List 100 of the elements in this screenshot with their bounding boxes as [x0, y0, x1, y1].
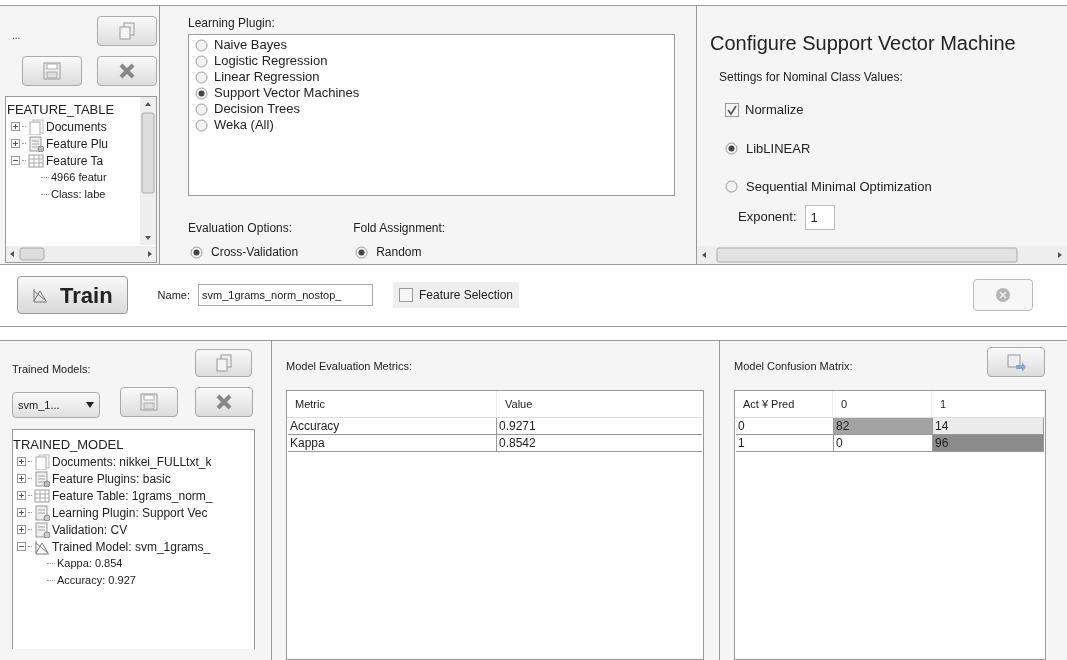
tree-item[interactable]: Documents [46, 117, 107, 136]
export-icon [1006, 352, 1026, 372]
expand-icon[interactable] [11, 139, 20, 148]
calculator-icon [28, 135, 44, 152]
radio-button[interactable] [195, 38, 208, 52]
tree-item[interactable]: Feature Plugins: basic [52, 469, 171, 488]
table-cell: 0 [834, 435, 933, 451]
tree-item[interactable]: 4966 featur [51, 169, 107, 186]
radio-label: Naive Bayes [214, 37, 287, 53]
tree-item[interactable]: Learning Plugin: Support Vec [52, 503, 208, 522]
save-button[interactable] [120, 387, 178, 417]
tree-item[interactable]: Validation: CV [52, 520, 128, 539]
tree-item[interactable]: FEATURE_TABLE [7, 101, 115, 120]
column-header: Metric [287, 391, 497, 417]
save-icon [139, 392, 159, 412]
tree-item[interactable]: Trained Model: svm_1grams_ [52, 537, 211, 556]
panel-label: Model Evaluation Metrics: [286, 359, 412, 374]
radio-label: Decision Trees [214, 101, 300, 117]
tree-item[interactable]: TRAINED_MODEL [13, 436, 124, 455]
checkbox[interactable] [725, 102, 739, 117]
collapse-icon[interactable] [11, 156, 20, 165]
expand-icon[interactable] [17, 457, 26, 466]
column-header: Value [504, 396, 534, 412]
radio-button[interactable] [355, 245, 369, 259]
copy-button[interactable] [97, 16, 157, 46]
section-label: Evaluation Options: [188, 220, 294, 237]
expand-icon[interactable] [17, 474, 26, 483]
radio-button[interactable] [725, 141, 738, 155]
radio-button[interactable] [195, 86, 208, 100]
tree-item[interactable]: Feature Table: 1grams_norm_ [52, 486, 213, 505]
tree-item[interactable]: Feature Ta [46, 151, 104, 170]
tree-item[interactable]: Accuracy: 0.927 [57, 572, 136, 589]
table-cell: 1 [736, 435, 834, 451]
field-label: Exponent: [738, 208, 797, 227]
tree-item[interactable]: Feature Plu [46, 134, 109, 153]
radio-button[interactable] [725, 180, 738, 194]
radio-label: Support Vector Machines [214, 85, 360, 101]
section-label: Learning Plugin: [188, 15, 276, 32]
close-icon [117, 61, 137, 81]
section-label: Settings for Nominal Class Values: [718, 69, 904, 86]
expand-icon[interactable] [17, 491, 26, 500]
radio-label: Sequential Minimal Optimization [746, 178, 932, 196]
table-cell: Kappa [288, 435, 497, 451]
radio-button[interactable] [195, 118, 208, 132]
column-header: 1 [932, 391, 1045, 417]
table-cell-text: 0.8542 [498, 435, 537, 451]
close-button[interactable] [97, 56, 157, 86]
gear-sheet-icon [34, 521, 50, 538]
close-icon [214, 392, 234, 412]
copy-button[interactable] [195, 349, 252, 377]
table-icon [28, 152, 44, 169]
radio-button[interactable] [195, 70, 208, 84]
train-button[interactable]: Train [17, 276, 128, 315]
checkbox[interactable] [399, 288, 413, 303]
table-cell: 82 [834, 418, 933, 434]
save-button[interactable] [22, 56, 82, 86]
radio-label: Cross-Validation [211, 244, 299, 261]
caret-icon [86, 402, 94, 408]
checkbox-label: Normalize [745, 101, 804, 119]
radio-label: Random [376, 244, 422, 261]
tree-item[interactable]: Class: labe [51, 186, 106, 203]
model-dropdown[interactable]: svm_1... [12, 392, 100, 418]
documents-icon [34, 453, 50, 470]
table-cell: Accuracy [288, 418, 497, 434]
table-cell: 14 [933, 418, 1044, 434]
expand-icon[interactable] [11, 122, 20, 131]
tree-item[interactable]: Kappa: 0.854 [57, 555, 123, 572]
section-label: Fold Assignment: [353, 220, 446, 237]
field-label: Name: [157, 288, 190, 304]
radio-label: Linear Regression [214, 69, 320, 85]
chart-icon [34, 538, 50, 555]
tree-item[interactable]: Documents: nikkei_FULLtxt_k [52, 452, 212, 471]
table-cell-text: 0.9271 [498, 418, 537, 434]
copy-icon [117, 21, 137, 41]
feature-selection-toggle[interactable]: Feature Selection [393, 282, 520, 309]
table-icon [34, 487, 50, 504]
stop-icon [995, 287, 1011, 304]
column-header: Act ¥ Pred [735, 391, 833, 417]
panel-label: Trained Models: [12, 362, 91, 377]
radio-button[interactable] [190, 245, 203, 259]
table-cell: 0 [736, 418, 834, 434]
panel-title: Configure Support Vector Machine [710, 31, 1017, 56]
panel-label: ... [12, 29, 21, 43]
exponent-field[interactable]: 1 [804, 204, 835, 230]
chart-icon [32, 287, 48, 304]
close-button[interactable] [195, 387, 253, 417]
collapse-icon[interactable] [17, 542, 26, 551]
column-header: 0 [833, 391, 932, 417]
panel-label: Model Confusion Matrix: [734, 359, 853, 374]
expand-icon[interactable] [17, 525, 26, 534]
table-cell: 96 [933, 435, 1044, 451]
name-field[interactable]: svm_1grams_norm_nostop_ [198, 284, 373, 307]
export-button[interactable] [987, 347, 1045, 377]
radio-button[interactable] [195, 54, 208, 68]
radio-button[interactable] [195, 102, 208, 116]
expand-icon[interactable] [17, 508, 26, 517]
radio-label: LibLINEAR [746, 139, 811, 158]
copy-icon [213, 353, 234, 373]
calculator-icon [34, 470, 50, 487]
gear-sheet-icon [34, 504, 50, 521]
